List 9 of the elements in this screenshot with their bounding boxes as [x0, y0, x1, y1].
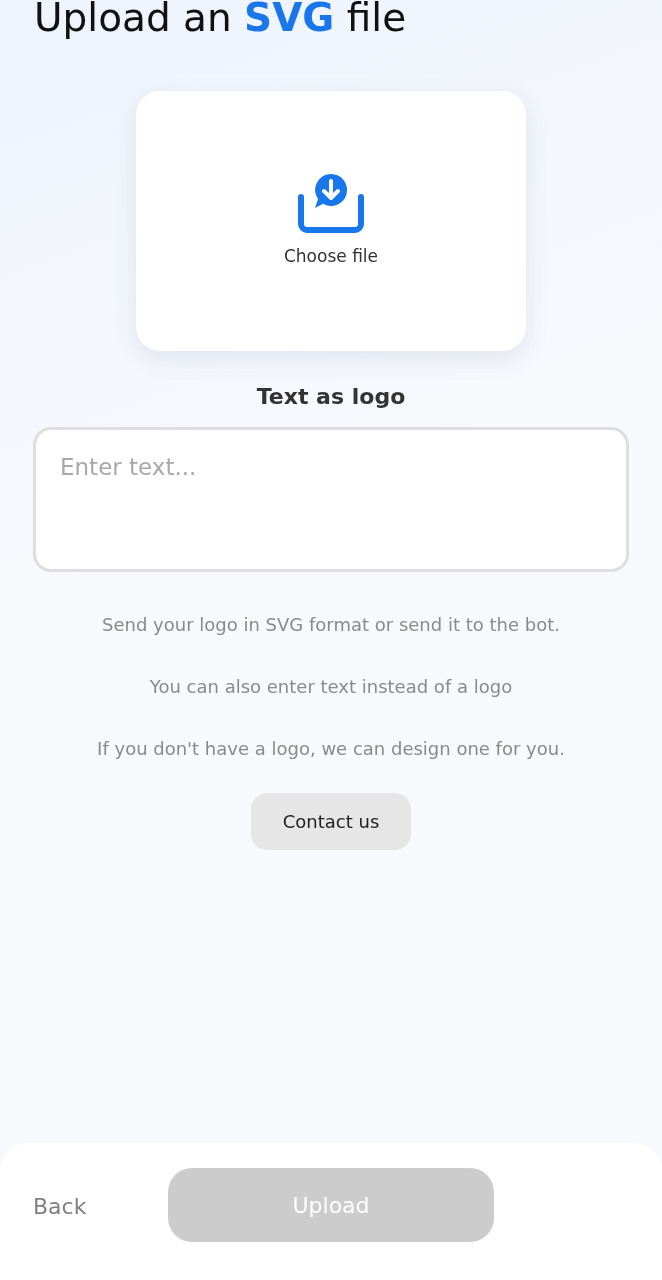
file-upload-card[interactable]: Choose file — [136, 91, 526, 351]
text-input-field[interactable]: Enter text... — [33, 427, 629, 572]
download-icon — [296, 172, 366, 234]
contact-button[interactable]: Contact us — [251, 793, 411, 850]
field-label: Text as logo — [255, 384, 407, 409]
hint-text: You can also enter text instead of a logo — [149, 676, 513, 698]
hint-text: If you don't have a logo, we can design one for you. — [97, 738, 565, 760]
hint-text: Send your logo in SVG format or send it to the bot. — [102, 614, 560, 636]
back-button[interactable]: Back — [33, 1193, 168, 1219]
